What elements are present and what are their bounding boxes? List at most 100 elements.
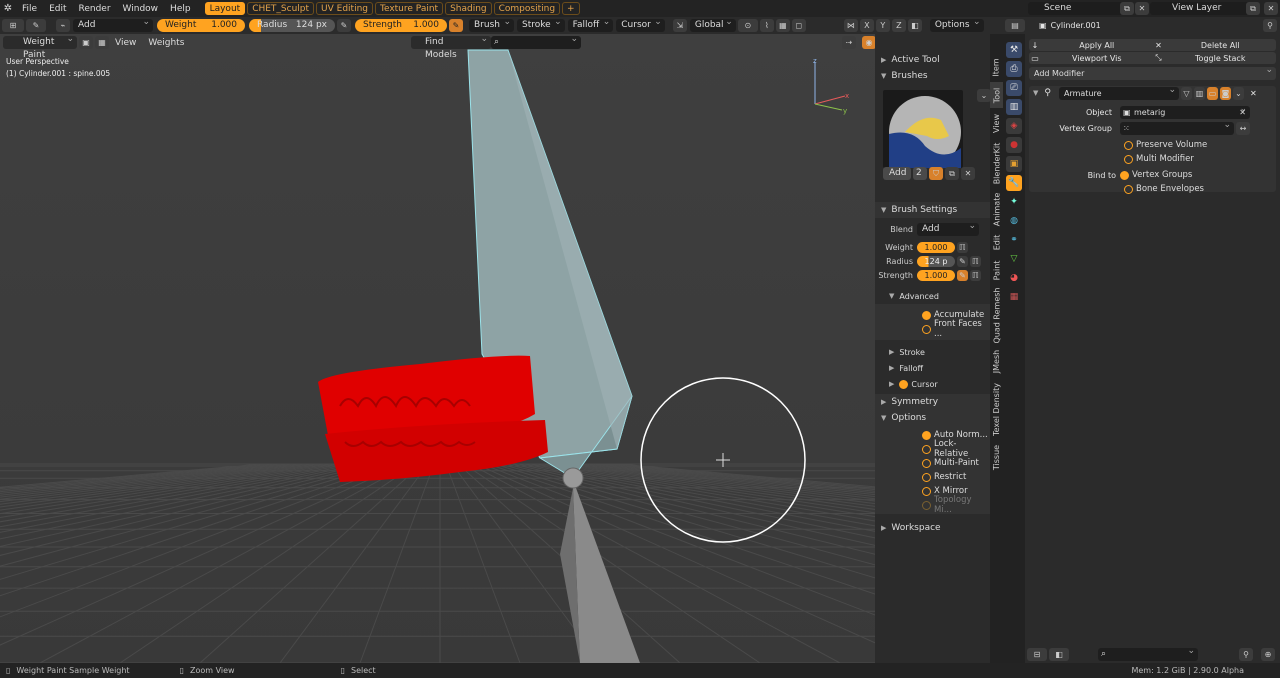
apply-all-button[interactable]: Apply All	[1041, 41, 1153, 50]
topology-mirror-checkbox[interactable]: Topology Mi...	[922, 495, 990, 515]
symmetry-section[interactable]: ▶ Symmetry	[875, 394, 990, 410]
gizmo-toggle-icon[interactable]: ⇢	[842, 36, 856, 49]
view-menu[interactable]: View	[109, 38, 142, 48]
paint-mask-icon[interactable]: ◧	[907, 19, 922, 32]
add-workspace-button[interactable]: +	[562, 2, 580, 15]
vertex-groups-checkbox[interactable]: Vertex Groups	[1120, 168, 1192, 182]
delete-view-layer-icon[interactable]: ✕	[1264, 2, 1278, 15]
lock-relative-checkbox[interactable]: Lock-Relative	[922, 439, 990, 459]
orientation-dropdown[interactable]: Global	[689, 16, 736, 32]
view-layer-selector[interactable]: View Layer	[1150, 2, 1250, 15]
outliner-search[interactable]: ⌕	[1098, 645, 1198, 661]
delete-all-button[interactable]: Delete All	[1165, 41, 1277, 50]
npanel-blend-dropdown[interactable]: Add	[917, 220, 979, 236]
find-models-search[interactable]: ⌕	[491, 33, 581, 49]
snap-target-icon[interactable]: ▦	[775, 19, 790, 32]
delete-scene-icon[interactable]: ✕	[1135, 2, 1149, 15]
workspace-tab-shading[interactable]: Shading	[445, 2, 492, 15]
editor-type-icon[interactable]: ⊞	[2, 19, 24, 32]
mirror-icon[interactable]: ⋈	[843, 19, 858, 32]
strength-slider[interactable]: Strength 1.000	[355, 19, 447, 32]
data-properties-icon[interactable]: ▽	[1006, 251, 1022, 267]
tab-tool[interactable]: Tool	[990, 82, 1003, 108]
cursor-section[interactable]: ▶ Cursor	[875, 376, 990, 392]
npanel-strength-slider[interactable]: 1.000	[917, 269, 955, 281]
modifier-menu-icon[interactable]: ⌄	[1232, 86, 1244, 100]
render-toggle-icon[interactable]: ◙	[1219, 86, 1231, 100]
filter-icon[interactable]: ⚲	[1239, 648, 1253, 661]
object-field[interactable]: ▣ metarig ✕	[1120, 103, 1250, 119]
vertex-select-icon[interactable]: ▣	[79, 36, 93, 49]
toggle-stack-button[interactable]: Toggle Stack	[1165, 54, 1277, 63]
object-properties-icon[interactable]: ▣	[1006, 156, 1022, 172]
face-select-icon[interactable]: ▦	[95, 36, 109, 49]
preserve-volume-checkbox[interactable]: Preserve Volume	[1124, 138, 1276, 152]
proportional-icon[interactable]: ◻	[791, 19, 806, 32]
outliner-editor-icon[interactable]: ⊟	[1027, 648, 1047, 661]
blender-logo-icon[interactable]: ✲	[0, 3, 16, 14]
strength-pressure-toggle-icon[interactable]: ✎	[957, 269, 968, 281]
weight-slider[interactable]: Weight 1.000	[157, 19, 245, 32]
tab-animate[interactable]: Animate	[990, 190, 1003, 228]
3d-viewport[interactable]: z x y User Perspective (1) Cylinder.001 …	[0, 34, 875, 663]
particles-properties-icon[interactable]: ✦	[1006, 194, 1022, 210]
tool-properties-icon[interactable]: ⚒	[1006, 42, 1022, 58]
on-cage-toggle-icon[interactable]: ▥	[1193, 86, 1205, 100]
clear-icon[interactable]: ✕	[1239, 106, 1246, 119]
invert-vertex-group-icon[interactable]: ↔	[1236, 121, 1250, 135]
blend-mode-icon[interactable]: ⌁	[56, 19, 70, 32]
stroke-menu[interactable]: Stroke	[516, 16, 565, 32]
expand-arrow-icon[interactable]: ▼	[1033, 89, 1038, 97]
physics-properties-icon[interactable]: ◍	[1006, 213, 1022, 229]
front-faces-checkbox[interactable]: Front Faces ...	[922, 319, 990, 339]
menu-help[interactable]: Help	[164, 4, 197, 14]
options-section[interactable]: ▼ Options	[875, 410, 990, 426]
edit-mode-toggle-icon[interactable]: ▽	[1180, 86, 1192, 100]
view-layer-properties-icon[interactable]: ▥	[1006, 99, 1022, 115]
menu-window[interactable]: Window	[117, 4, 165, 14]
new-view-layer-icon[interactable]: ⧉	[1246, 2, 1260, 15]
properties-editor-icon[interactable]: ▤	[1005, 19, 1025, 32]
constraints-properties-icon[interactable]: ⚭	[1006, 232, 1022, 248]
workspace-tab-layout[interactable]: Layout	[204, 2, 246, 15]
workspace-tab-compositing[interactable]: Compositing	[493, 2, 561, 15]
duplicate-brush-icon[interactable]: ⧉	[945, 167, 959, 180]
tab-view[interactable]: View	[990, 110, 1003, 136]
viewport-toggle-icon[interactable]: ▭	[1206, 86, 1218, 100]
active-tool-section[interactable]: ▶ Active Tool	[875, 52, 990, 68]
mirror-z-toggle[interactable]: Z	[891, 19, 906, 32]
tab-quad-remesh[interactable]: Quad Remesh	[990, 286, 1003, 344]
transform-orientation-icon[interactable]: ⇲	[672, 19, 687, 32]
radius-pressure-toggle-icon[interactable]: ✎	[957, 255, 968, 267]
fake-user-icon[interactable]: ⛉	[929, 167, 943, 180]
brush-add-button[interactable]: Add	[883, 167, 911, 180]
blend-mode-dropdown[interactable]: Add	[73, 16, 153, 32]
brush-menu[interactable]: Brush	[469, 16, 514, 32]
brush-settings-section[interactable]: ▼ Brush Settings	[875, 202, 990, 218]
workspace-tab-uv-editing[interactable]: UV Editing	[316, 2, 373, 15]
radius-slider[interactable]: Radius 124 px	[249, 19, 335, 32]
find-models-dropdown[interactable]: Find Models	[411, 33, 491, 60]
workspace-tab-chet-sculpt[interactable]: CHET_Sculpt	[247, 2, 315, 15]
remove-brush-icon[interactable]: ✕	[961, 167, 975, 180]
render-properties-icon[interactable]: ⎙	[1006, 61, 1022, 77]
cursor-menu[interactable]: Cursor	[616, 16, 665, 32]
display-mode-icon[interactable]: ◧	[1049, 648, 1069, 661]
scene-selector[interactable]: Scene	[1028, 2, 1130, 15]
overlay-icon[interactable]: ◉	[862, 36, 876, 49]
new-scene-icon[interactable]: ⧉	[1120, 2, 1134, 15]
brushes-section[interactable]: ▼ Brushes	[875, 68, 990, 84]
new-collection-icon[interactable]: ⊕	[1261, 648, 1275, 661]
workspace-tab-texture-paint[interactable]: Texture Paint	[374, 2, 444, 15]
brush-tool-icon[interactable]: ✎	[26, 19, 46, 32]
workspace-section[interactable]: ▶ Workspace	[875, 520, 990, 536]
tab-item[interactable]: Item	[990, 54, 1003, 80]
tab-tissue[interactable]: Tissue	[990, 442, 1003, 472]
radius-unified-icon[interactable]: ℿ	[970, 255, 981, 267]
weights-menu[interactable]: Weights	[142, 38, 190, 48]
bone-envelopes-checkbox[interactable]: Bone Envelopes	[1124, 182, 1276, 196]
pin-icon[interactable]: ⚲	[1263, 19, 1277, 32]
strength-unified-icon[interactable]: ℿ	[970, 269, 981, 281]
menu-file[interactable]: File	[16, 4, 43, 14]
options-menu[interactable]: Options	[929, 16, 984, 32]
